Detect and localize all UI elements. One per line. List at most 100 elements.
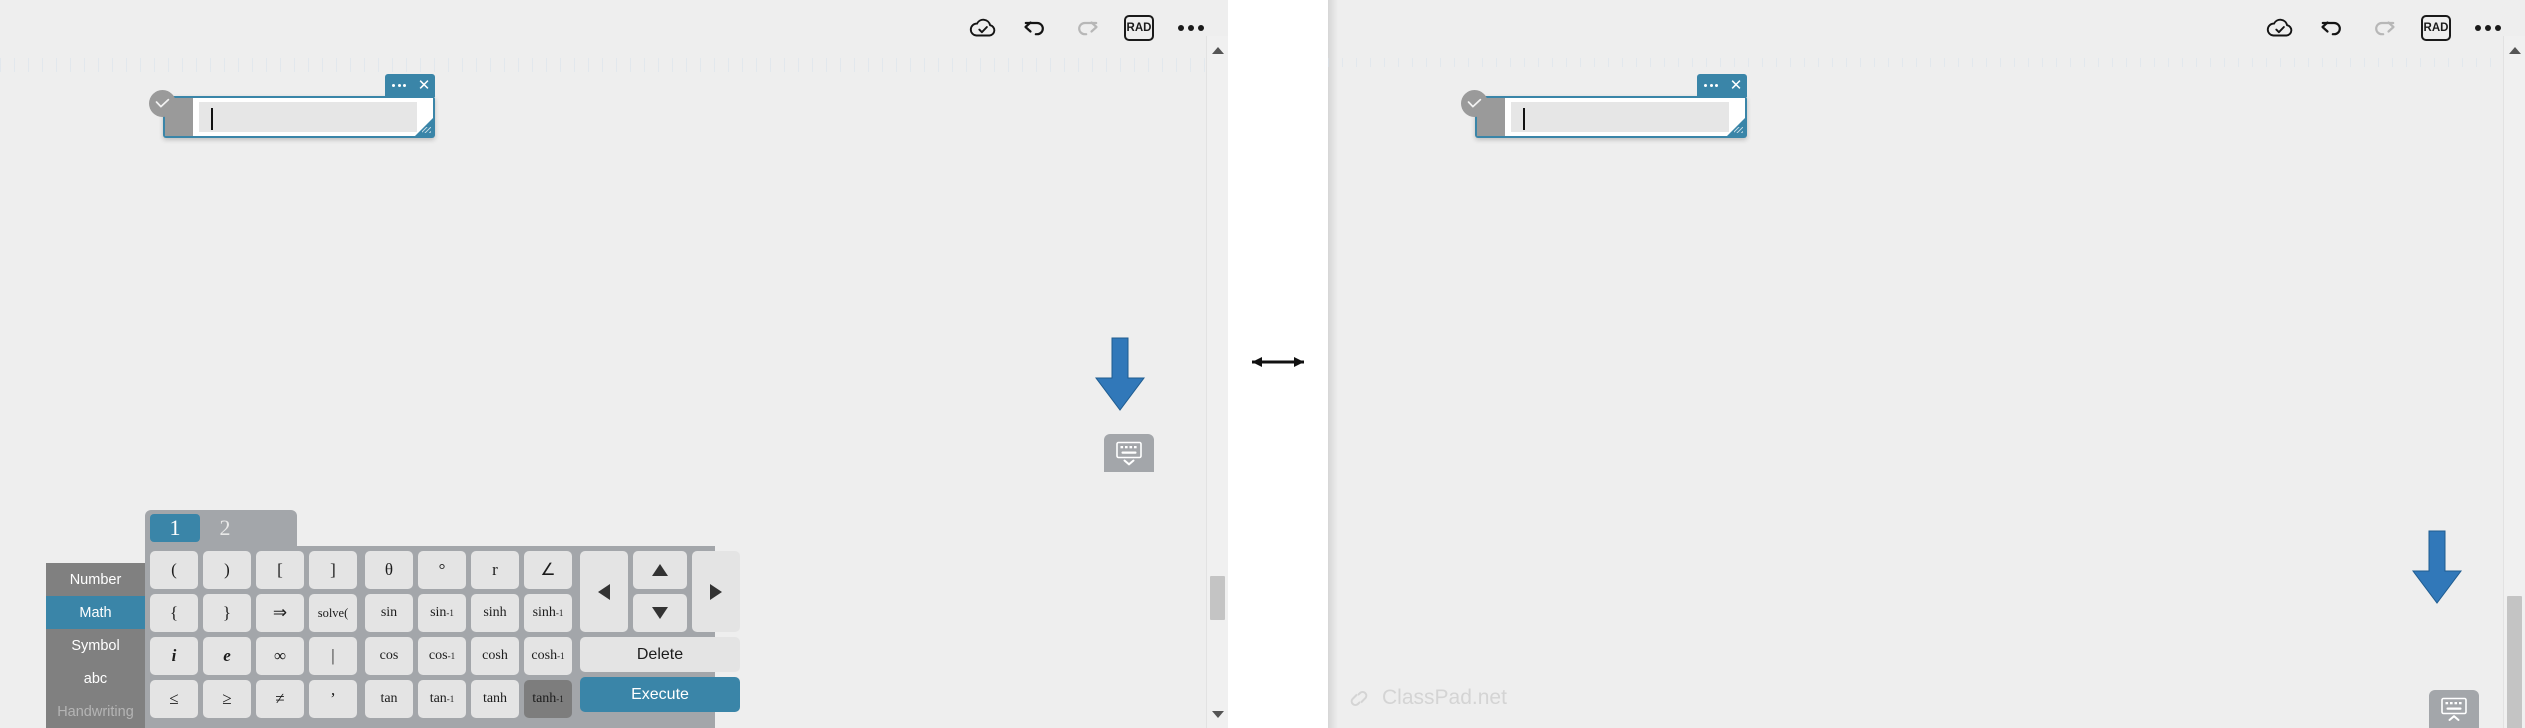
expression-card-titlebar: ✕ [1697,74,1747,97]
more-options-icon[interactable] [2465,5,2511,51]
keyboard-tab-1[interactable]: 1 [150,514,200,542]
hide-keyboard-button[interactable] [1104,434,1154,472]
more-options-icon[interactable] [1168,5,1214,51]
key-cosh-inv[interactable]: cosh -1 [524,637,572,675]
key-key[interactable]: ] [309,551,357,589]
panel-before: RAD ✕ 1 2 Number Math Symbol abc Handwri… [0,0,1228,728]
scroll-thumb[interactable] [2507,596,2522,728]
key-key[interactable]: θ [365,551,413,589]
before-after-arrow-icon [1250,354,1306,370]
scrollbar-right[interactable] [2503,36,2525,728]
key-solve[interactable]: solve( [309,594,357,632]
key-cursor-right[interactable] [692,551,740,632]
key-label: cos [379,648,399,663]
key-sinh[interactable]: sinh [471,594,519,632]
expression-card[interactable]: ✕ [149,74,435,138]
key-cursor-up[interactable] [633,551,687,589]
key-key[interactable]: [ [256,551,304,589]
key-key[interactable]: { [150,594,198,632]
key-key[interactable]: ∠ [524,551,572,589]
key-sinh-inv[interactable]: sinh -1 [524,594,572,632]
key-sin[interactable]: sin [365,594,413,632]
angle-mode-button[interactable]: RAD [1116,5,1162,51]
key-group-navigation: Delete Execute [580,551,740,728]
key-cosh[interactable]: cosh [471,637,519,675]
expression-close-icon[interactable]: ✕ [1725,74,1747,97]
key-key[interactable]: ) [203,551,251,589]
undo-icon[interactable] [1012,5,1058,51]
key-label: sinh [483,605,507,620]
key-key[interactable]: | [309,637,357,675]
key-label: ° [438,560,446,579]
key-e[interactable]: e [203,637,251,675]
key-label: tanh [532,691,557,706]
expression-input[interactable] [1511,102,1729,132]
keyboard-keys: ()[] {} ⇒ solve( i e ∞ | ≤ ≥ ≠ ’ θ ° r ∠ sin sin -1 sinh si… [145,546,740,728]
expression-more-icon[interactable] [1697,74,1725,97]
key-label: tanh [482,691,508,706]
key-label: ] [330,560,336,579]
scroll-thumb[interactable] [1210,576,1225,620]
expression-check-icon[interactable] [1461,90,1488,117]
key-key[interactable]: ≤ [150,680,198,718]
scroll-down-arrow[interactable] [1207,704,1228,724]
key-cursor-left[interactable] [580,551,628,632]
key-label: cos [428,648,448,663]
key-cos[interactable]: cos [365,637,413,675]
expression-check-icon[interactable] [149,90,176,117]
key-tanh[interactable]: tanh [471,680,519,718]
key-label: ( [171,560,177,579]
keyboard-category-math[interactable]: Math [46,596,145,629]
key-key[interactable]: ⇒ [256,594,304,632]
key-key[interactable]: } [203,594,251,632]
expression-card[interactable]: ✕ [1461,74,1747,138]
redo-icon [2361,5,2407,51]
key-label: { [169,603,179,622]
key-key[interactable]: ° [418,551,466,589]
cloud-save-icon[interactable] [960,5,1006,51]
key-label: ∞ [273,646,287,665]
key-execute[interactable]: Execute [580,677,740,712]
key-tan[interactable]: tan [365,680,413,718]
key-key[interactable]: ( [150,551,198,589]
keyboard-category-abc[interactable]: abc [46,662,145,695]
key-label: ≤ [169,689,179,708]
key-label: cosh [482,648,508,663]
angle-mode-button[interactable]: RAD [2413,5,2459,51]
key-exponent: -1 [446,608,454,618]
keyboard-tab-2[interactable]: 2 [200,514,250,542]
key-i[interactable]: i [150,637,198,675]
undo-icon[interactable] [2309,5,2355,51]
key-label: } [222,603,232,622]
cloud-save-icon[interactable] [2257,5,2303,51]
key-label: θ [384,560,394,579]
scrollbar-left[interactable] [1206,36,1228,728]
key-r[interactable]: r [471,551,519,589]
redo-icon [1064,5,1110,51]
key-delete[interactable]: Delete [580,637,740,672]
key-tanh-inv[interactable]: tanh -1 [524,680,572,718]
key-tan-inv[interactable]: tan -1 [418,680,466,718]
key-cos-inv[interactable]: cos -1 [418,637,466,675]
watermark-right: ClassPad.net [1348,686,1507,710]
key-key[interactable]: ≥ [203,680,251,718]
key-label: ⇒ [272,603,288,622]
key-key[interactable]: ∞ [256,637,304,675]
show-keyboard-button[interactable] [2429,690,2479,728]
key-key[interactable]: ’ [309,680,357,718]
keyboard-category-handwriting[interactable]: Handwriting [46,695,145,728]
text-caret [1523,108,1525,130]
keyboard-category-symbol[interactable]: Symbol [46,629,145,662]
key-key[interactable]: ≠ [256,680,304,718]
key-sin-inv[interactable]: sin -1 [418,594,466,632]
expression-more-icon[interactable] [385,74,413,97]
expression-close-icon[interactable]: ✕ [413,74,435,97]
key-cursor-down[interactable] [633,594,687,632]
keyboard-category-number[interactable]: Number [46,563,145,596]
expression-input[interactable] [199,102,417,132]
text-caret [211,108,213,130]
key-label: tan [429,691,447,706]
key-label: ’ [330,689,336,708]
expression-paper [193,98,433,136]
key-label: ≥ [222,689,232,708]
